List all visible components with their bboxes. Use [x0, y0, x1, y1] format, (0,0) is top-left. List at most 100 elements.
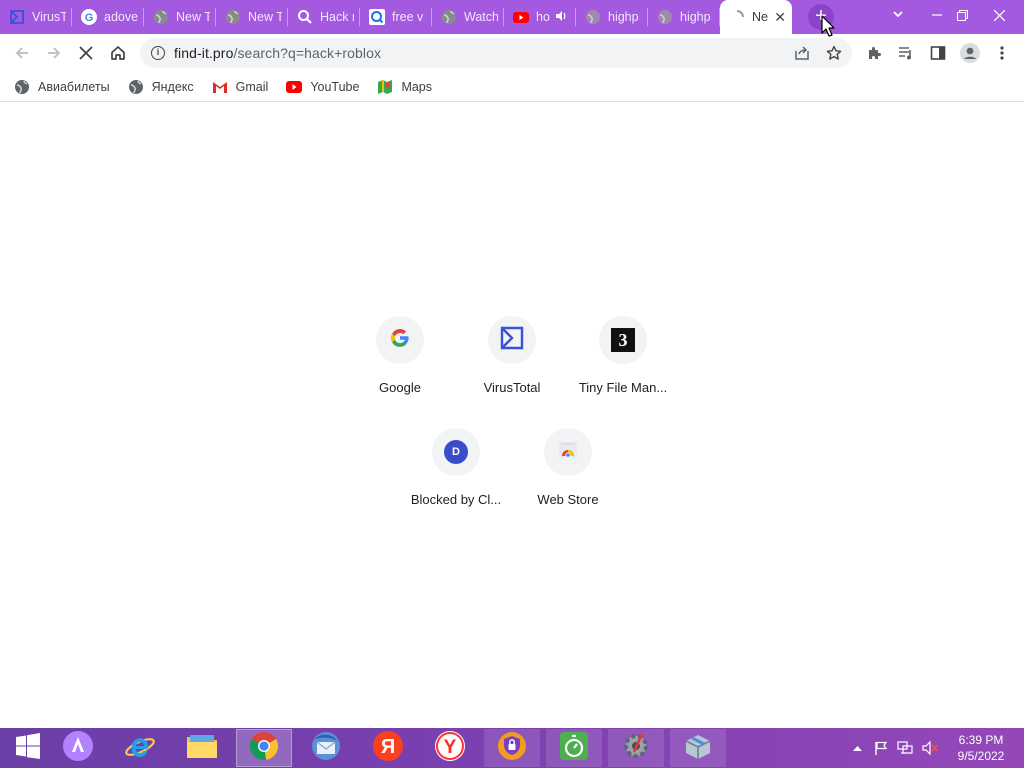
globe-icon	[585, 9, 601, 25]
tab-title: Hack r	[320, 10, 354, 24]
svg-text:G: G	[85, 12, 94, 24]
shortcut-label: Tiny File Man...	[578, 380, 668, 395]
clock-time: 6:39 PM	[958, 733, 1004, 747]
tab[interactable]: highp	[648, 0, 720, 34]
address-bar[interactable]: i find-it.pro/search?q=hack+roblox	[140, 38, 852, 68]
clock-date: 9/5/2022	[957, 749, 1005, 763]
shortcut-label: Blocked by Cl...	[410, 492, 502, 507]
home-button[interactable]	[104, 39, 132, 67]
tab-title: VirusT	[32, 10, 66, 24]
magnifier-icon	[369, 9, 385, 25]
taskbar-vpn[interactable]	[484, 729, 540, 767]
shortcut-icon-circle	[544, 428, 592, 476]
youtube-icon	[513, 9, 529, 25]
address-path: /search?q=hack+roblox	[233, 45, 382, 61]
tab-title: New T	[248, 10, 282, 24]
close-window-button[interactable]	[982, 0, 1016, 30]
shortcut-web-store[interactable]: Web Store	[512, 428, 624, 528]
web-store-icon	[556, 438, 580, 467]
back-button[interactable]	[8, 39, 36, 67]
menu-dots-icon[interactable]	[988, 39, 1016, 67]
bookmark-yandex[interactable]: Яндекс	[128, 79, 194, 95]
bookmark-aviabilety[interactable]: Авиабилеты	[14, 79, 110, 95]
media-controls-icon[interactable]	[892, 39, 920, 67]
taskbar-file-explorer[interactable]	[174, 729, 230, 767]
youtube-icon	[286, 79, 303, 95]
system-clock[interactable]: 6:39 PM 9/5/2022	[950, 732, 1012, 764]
loading-icon	[729, 9, 745, 25]
chevron-up-icon[interactable]	[848, 728, 866, 768]
volume-muted-icon[interactable]	[920, 728, 940, 768]
shortcut-label: Web Store	[537, 492, 599, 507]
bookmark-youtube[interactable]: YouTube	[286, 79, 359, 95]
shortcut-label: VirusTotal	[483, 380, 541, 395]
tab-title: ho	[536, 10, 550, 24]
bookmark-star-icon[interactable]	[826, 45, 842, 66]
tab-active[interactable]: Ne ✕	[720, 0, 792, 34]
info-icon[interactable]: i	[151, 46, 165, 60]
tab-strip: VirusT G adove New T New T Hack r free v…	[0, 0, 1024, 34]
network-icon[interactable]	[896, 728, 914, 768]
tab-title: highp	[608, 10, 639, 24]
tab[interactable]: New T	[216, 0, 288, 34]
tab-title: Watch	[464, 10, 498, 24]
taskbar-package-app[interactable]	[670, 729, 726, 767]
taskbar-settings-tool[interactable]	[608, 729, 664, 767]
taskbar-internet-explorer[interactable]	[112, 729, 168, 767]
tab[interactable]: Hack r	[288, 0, 360, 34]
new-tab-button[interactable]: +	[808, 4, 834, 30]
globe-icon	[441, 9, 457, 25]
side-panel-icon[interactable]	[924, 39, 952, 67]
tab-title: Ne	[752, 10, 768, 24]
speaker-icon[interactable]	[555, 10, 567, 25]
tab[interactable]: New T	[144, 0, 216, 34]
tab[interactable]: G adove	[72, 0, 144, 34]
bookmarks-bar: Авиабилеты Яндекс Gmail YouTube Maps	[0, 72, 1024, 102]
globe-icon	[153, 9, 169, 25]
chevron-down-icon[interactable]	[888, 8, 908, 26]
google-icon	[389, 327, 411, 354]
close-tab-icon[interactable]: ✕	[774, 9, 786, 26]
share-icon[interactable]	[794, 45, 810, 66]
taskbar-chrome[interactable]	[236, 729, 292, 767]
yandex-browser-icon: Y	[434, 730, 466, 767]
internet-explorer-icon	[124, 730, 156, 767]
tab[interactable]: VirusT	[0, 0, 72, 34]
shortcut-virustotal[interactable]: VirusTotal	[456, 316, 568, 416]
restore-button[interactable]	[945, 0, 979, 30]
tab[interactable]: Watch	[432, 0, 504, 34]
taskbar-alice[interactable]	[50, 729, 106, 767]
bookmark-gmail[interactable]: Gmail	[212, 79, 268, 95]
flag-icon[interactable]	[872, 728, 890, 768]
tab[interactable]: highp	[576, 0, 648, 34]
extensions-icon[interactable]	[860, 39, 888, 67]
taskbar-yandex[interactable]: Я	[360, 729, 416, 767]
profile-avatar-icon[interactable]	[956, 39, 984, 67]
shield-lock-icon	[496, 730, 528, 767]
bookmark-label: Maps	[401, 79, 433, 94]
globe-icon	[128, 79, 144, 95]
tab[interactable]: ho	[504, 0, 576, 34]
forward-button[interactable]	[40, 39, 68, 67]
address-host: find-it.pro	[174, 45, 234, 61]
shortcut-icon-circle	[488, 316, 536, 364]
bookmark-maps[interactable]: Maps	[377, 79, 432, 95]
shortcut-blocked[interactable]: D Blocked by Cl...	[400, 428, 512, 528]
start-button[interactable]	[0, 729, 56, 767]
search-icon	[297, 9, 313, 25]
taskbar-thunderbird[interactable]	[298, 729, 354, 767]
tiny-file-manager-icon: 3	[611, 328, 635, 352]
taskbar-timer[interactable]	[546, 729, 602, 767]
google-icon: G	[81, 9, 97, 25]
shortcut-tiny-file-manager[interactable]: 3 Tiny File Man...	[567, 316, 679, 416]
shortcut-label: Google	[379, 380, 421, 395]
tab[interactable]: free v	[360, 0, 432, 34]
stop-loading-button[interactable]	[72, 39, 100, 67]
taskbar-yandex-browser[interactable]: Y	[422, 729, 478, 767]
globe-icon	[225, 9, 241, 25]
address-url[interactable]: find-it.pro/search?q=hack+roblox	[174, 45, 381, 61]
globe-icon	[657, 9, 673, 25]
tab-title: highp	[680, 10, 711, 24]
windows-icon	[15, 732, 41, 764]
shortcut-google[interactable]: Google	[344, 316, 456, 416]
